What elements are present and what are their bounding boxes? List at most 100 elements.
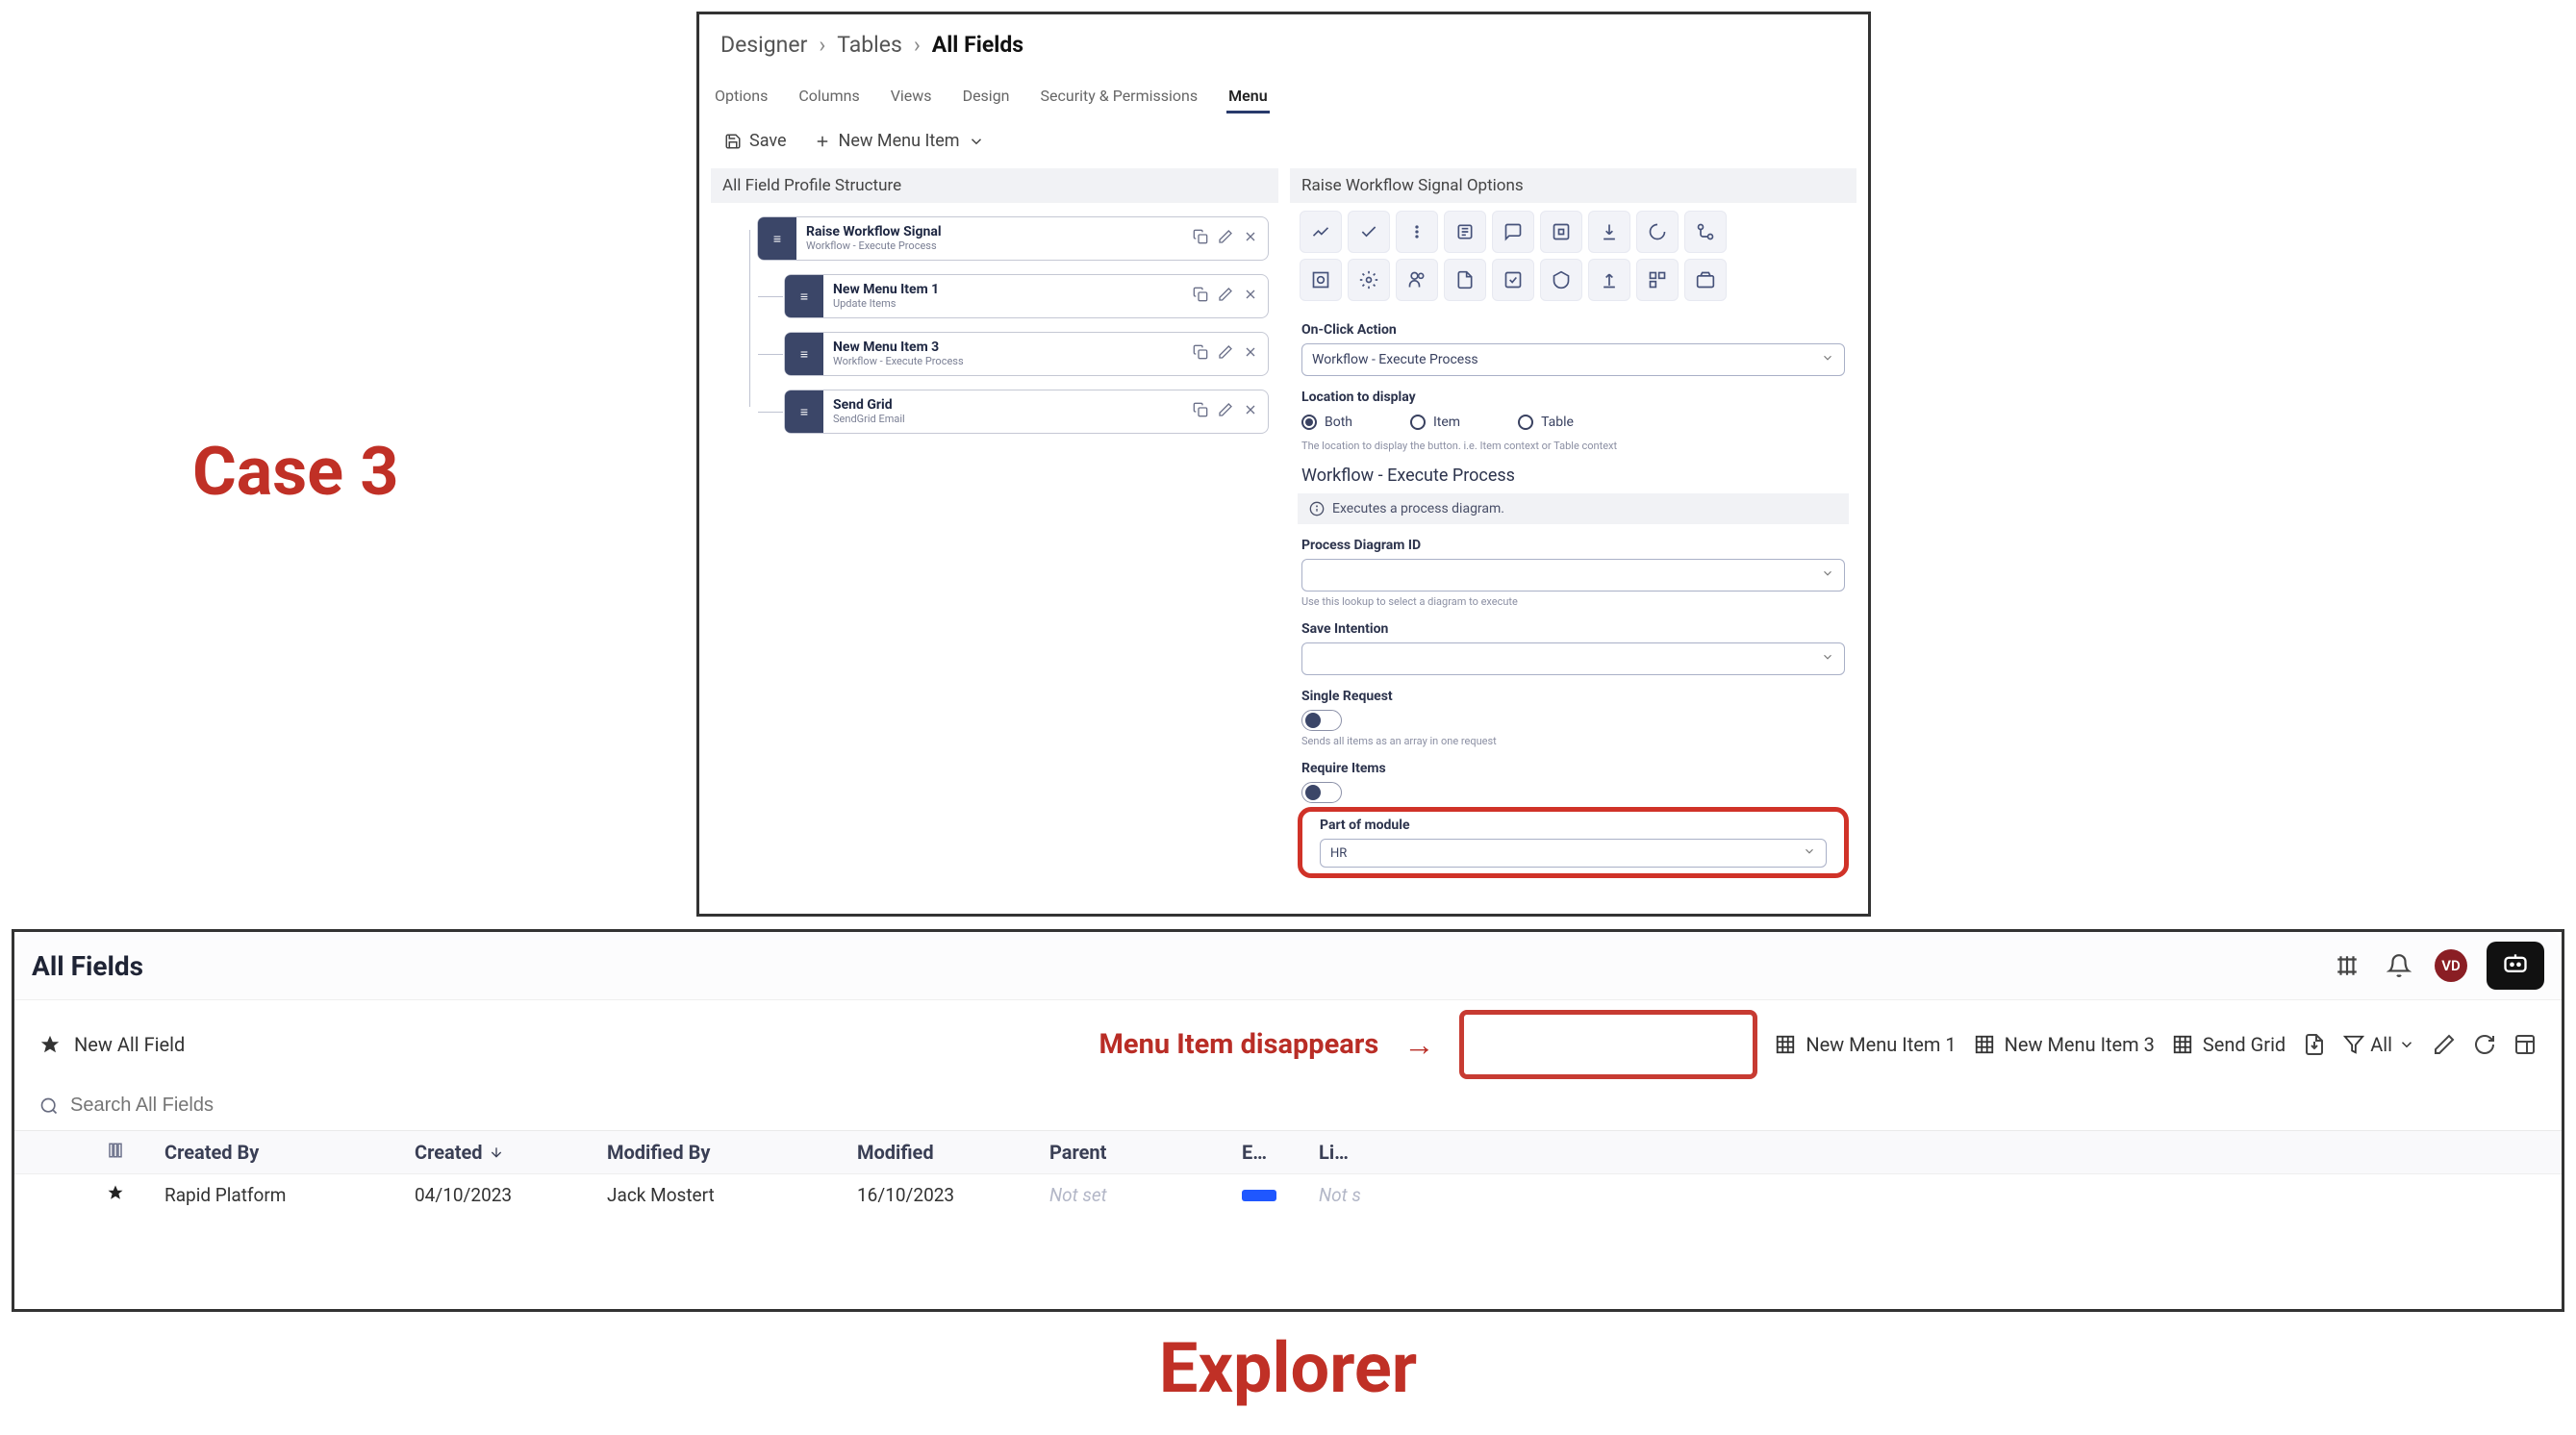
icon-option[interactable] xyxy=(1300,211,1342,253)
icon-option[interactable] xyxy=(1588,211,1630,253)
icon-option[interactable] xyxy=(1492,259,1534,301)
filter-button[interactable]: All xyxy=(2343,1033,2415,1056)
search-input[interactable] xyxy=(70,1095,2537,1117)
onclick-value: Workflow - Execute Process xyxy=(1312,352,1478,367)
icon-option[interactable] xyxy=(1540,211,1582,253)
col-li[interactable]: Li… xyxy=(1319,1141,1434,1164)
tree-item-menu3[interactable]: ≡ New Menu Item 3 Workflow - Execute Pro… xyxy=(784,332,1269,376)
workflow-section: Workflow - Execute Process xyxy=(1301,466,1845,486)
icon-option[interactable] xyxy=(1444,211,1486,253)
close-icon[interactable] xyxy=(1243,287,1258,306)
radio-both[interactable]: Both xyxy=(1301,415,1352,430)
icon-option[interactable] xyxy=(1684,259,1727,301)
edit-icon[interactable] xyxy=(1218,287,1233,306)
layout-icon[interactable] xyxy=(2513,1033,2537,1056)
icon-option[interactable] xyxy=(1636,211,1679,253)
column-icon[interactable] xyxy=(107,1141,164,1164)
drag-handle-icon[interactable]: ≡ xyxy=(785,333,823,375)
col-created[interactable]: Created xyxy=(415,1141,607,1164)
copy-icon[interactable] xyxy=(1193,402,1208,421)
menu-item-3-button[interactable]: New Menu Item 3 xyxy=(1974,1033,2155,1056)
table-row[interactable]: Rapid Platform 04/10/2023 Jack Mostert 1… xyxy=(14,1174,2562,1216)
copy-icon[interactable] xyxy=(1193,287,1208,306)
onclick-select[interactable]: Workflow - Execute Process xyxy=(1301,343,1845,376)
require-items-label: Require Items xyxy=(1301,761,1845,776)
case-label: Case 3 xyxy=(192,433,399,512)
tree-item-sub: SendGrid Email xyxy=(833,414,1183,425)
icon-option[interactable] xyxy=(1300,259,1342,301)
star-icon[interactable] xyxy=(107,1184,164,1206)
arrow-right-icon: → xyxy=(1403,1026,1434,1063)
col-created-by[interactable]: Created By xyxy=(164,1141,415,1164)
tab-columns[interactable]: Columns xyxy=(796,81,861,113)
module-label: Part of module xyxy=(1320,818,1827,833)
close-icon[interactable] xyxy=(1243,229,1258,248)
chevron-right-icon: › xyxy=(819,32,825,58)
tab-design[interactable]: Design xyxy=(961,81,1012,113)
close-icon[interactable] xyxy=(1243,402,1258,421)
chat-button[interactable] xyxy=(2487,942,2544,990)
icon-option[interactable] xyxy=(1636,259,1679,301)
col-parent[interactable]: Parent xyxy=(1049,1141,1242,1164)
icon-option[interactable] xyxy=(1348,211,1390,253)
cell-parent: Not set xyxy=(1049,1184,1242,1206)
app-icon[interactable] xyxy=(2331,949,2363,982)
icon-option[interactable] xyxy=(1588,259,1630,301)
close-icon[interactable] xyxy=(1243,344,1258,364)
edit-icon[interactable] xyxy=(1218,344,1233,364)
new-field-button[interactable]: New All Field xyxy=(39,1033,185,1056)
edit-icon[interactable] xyxy=(1218,229,1233,248)
icon-option[interactable] xyxy=(1492,211,1534,253)
icon-option[interactable] xyxy=(1684,211,1727,253)
menu-item-1-button[interactable]: New Menu Item 1 xyxy=(1775,1033,1956,1056)
send-grid-button[interactable]: Send Grid xyxy=(2172,1033,2286,1056)
save-label: Save xyxy=(749,131,787,151)
col-modified-by[interactable]: Modified By xyxy=(607,1141,857,1164)
save-button[interactable]: Save xyxy=(724,131,787,151)
col-e[interactable]: E… xyxy=(1242,1141,1319,1164)
save-intention-select[interactable] xyxy=(1301,642,1845,675)
chevron-down-icon xyxy=(1803,844,1816,862)
icon-option[interactable] xyxy=(1396,259,1438,301)
single-request-toggle[interactable] xyxy=(1301,710,1342,731)
icon-option[interactable] xyxy=(1396,211,1438,253)
tree-item-sendgrid[interactable]: ≡ Send Grid SendGrid Email xyxy=(784,390,1269,434)
avatar[interactable]: VD xyxy=(2435,949,2467,982)
radio-table[interactable]: Table xyxy=(1518,415,1574,430)
icon-option[interactable] xyxy=(1540,259,1582,301)
search-icon xyxy=(39,1096,59,1116)
tree-item-raise-signal[interactable]: ≡ Raise Workflow Signal Workflow - Execu… xyxy=(757,216,1269,261)
explorer-header: All Fields VD xyxy=(14,932,2562,1000)
drag-handle-icon[interactable]: ≡ xyxy=(785,275,823,317)
crumb-designer[interactable]: Designer xyxy=(720,32,807,58)
chevron-down-icon xyxy=(1821,566,1834,584)
edit-icon[interactable] xyxy=(1218,402,1233,421)
col-modified[interactable]: Modified xyxy=(857,1141,1049,1164)
new-menu-item-button[interactable]: New Menu Item xyxy=(814,131,985,151)
tree-item-menu1[interactable]: ≡ New Menu Item 1 Update Items xyxy=(784,274,1269,318)
require-items-toggle[interactable] xyxy=(1301,782,1342,803)
refresh-icon[interactable] xyxy=(2473,1033,2496,1056)
drag-handle-icon[interactable]: ≡ xyxy=(785,390,823,433)
page-title: All Fields xyxy=(32,950,143,982)
icon-option[interactable] xyxy=(1444,259,1486,301)
crumb-tables[interactable]: Tables xyxy=(837,32,902,58)
process-select[interactable] xyxy=(1301,559,1845,592)
explorer-panel: All Fields VD New All Field Menu Item di… xyxy=(12,929,2564,1312)
callout-box xyxy=(1459,1010,1757,1079)
copy-icon[interactable] xyxy=(1193,344,1208,364)
tab-security[interactable]: Security & Permissions xyxy=(1039,81,1200,113)
drag-handle-icon[interactable]: ≡ xyxy=(758,217,796,260)
tree-item-title: Raise Workflow Signal xyxy=(806,225,1183,239)
icon-option[interactable] xyxy=(1348,259,1390,301)
tab-views[interactable]: Views xyxy=(889,81,934,113)
tab-options[interactable]: Options xyxy=(713,81,770,113)
copy-icon[interactable] xyxy=(1193,229,1208,248)
tab-menu[interactable]: Menu xyxy=(1226,81,1269,113)
edit-icon[interactable] xyxy=(2433,1033,2456,1056)
module-select[interactable]: HR xyxy=(1320,839,1827,868)
bell-icon[interactable] xyxy=(2383,949,2415,982)
export-icon[interactable] xyxy=(2303,1033,2326,1056)
explorer-label: Explorer xyxy=(0,1327,2576,1409)
radio-item[interactable]: Item xyxy=(1410,415,1460,430)
